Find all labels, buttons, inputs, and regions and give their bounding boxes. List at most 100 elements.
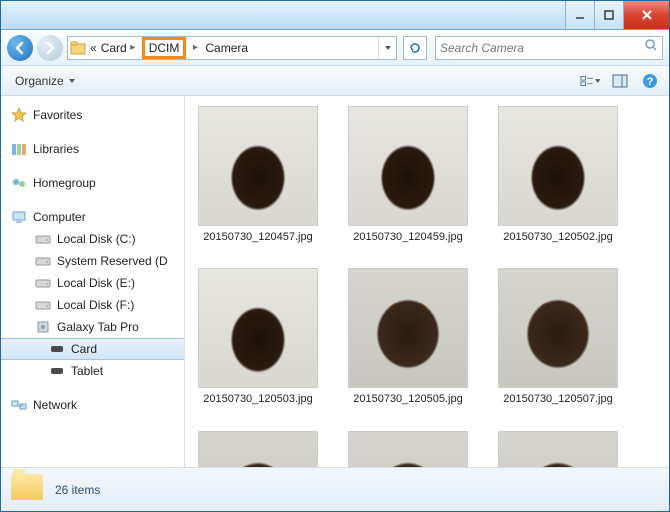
computer-icon: [11, 209, 27, 225]
sidebar-label: Local Disk (E:): [57, 276, 135, 290]
image-thumbnail: [198, 431, 318, 467]
folder-icon: [11, 474, 43, 506]
preview-pane-button[interactable]: [609, 70, 631, 92]
breadcrumb-label: DCIM: [149, 41, 180, 55]
sidebar-drive-item[interactable]: Galaxy Tab Pro: [1, 316, 184, 338]
libraries-icon: [11, 141, 27, 157]
drive-icon: [35, 253, 51, 269]
sidebar-drive-item[interactable]: System Reserved (D: [1, 250, 184, 272]
file-name: 20150730_120503.jpg: [203, 392, 313, 406]
sidebar-label: Favorites: [33, 108, 82, 122]
image-thumbnail: [498, 106, 618, 226]
image-thumbnail: [498, 268, 618, 388]
search-box[interactable]: [435, 36, 663, 60]
sidebar-label: Galaxy Tab Pro: [57, 320, 139, 334]
sidebar-favorites[interactable]: Favorites: [1, 104, 184, 126]
sidebar-storage-item[interactable]: Card: [1, 338, 184, 360]
chevron-down-icon: [595, 78, 600, 84]
status-bar: 26 items: [1, 467, 669, 511]
sidebar-label: Libraries: [33, 142, 79, 156]
search-icon: [644, 38, 658, 57]
storage-icon: [49, 341, 65, 357]
image-thumbnail: [348, 106, 468, 226]
image-thumbnail: [348, 268, 468, 388]
svg-text:?: ?: [647, 76, 654, 88]
maximize-button[interactable]: [594, 1, 623, 29]
file-name: 20150730_120457.jpg: [203, 230, 313, 244]
chevron-right-icon: ▸: [189, 42, 201, 53]
breadcrumb-label: Camera: [205, 41, 248, 55]
storage-icon: [49, 363, 65, 379]
breadcrumb-label: Card: [101, 41, 127, 55]
file-thumbnail[interactable]: 20150730_120503.jpg: [193, 268, 323, 406]
chevron-right-icon: ▸: [127, 42, 139, 53]
organize-label: Organize: [15, 74, 64, 88]
sidebar-label: Computer: [33, 210, 86, 224]
image-thumbnail: [348, 431, 468, 467]
address-dropdown[interactable]: [378, 37, 396, 59]
star-icon: [11, 107, 27, 123]
drive-icon: [35, 231, 51, 247]
breadcrumb-camera[interactable]: Camera: [203, 37, 250, 59]
sidebar-label: Homegroup: [33, 176, 96, 190]
minimize-button[interactable]: [565, 1, 594, 29]
navigation-pane[interactable]: Favorites Libraries Homegroup Computer: [1, 96, 185, 467]
file-thumbnail[interactable]: 20150730_120459.jpg: [343, 106, 473, 244]
file-thumbnail[interactable]: 20150730_120507.jpg: [493, 268, 623, 406]
homegroup-icon: [11, 175, 27, 191]
file-thumbnail[interactable]: 20150730_120457.jpg: [193, 106, 323, 244]
sidebar-drive-item[interactable]: Local Disk (F:): [1, 294, 184, 316]
sidebar-homegroup[interactable]: Homegroup: [1, 172, 184, 194]
file-name: 20150730_120502.jpg: [503, 230, 613, 244]
view-options-button[interactable]: [579, 70, 601, 92]
sidebar-label: System Reserved (D: [57, 254, 168, 268]
file-thumbnail[interactable]: 20150730_120502.jpg: [493, 106, 623, 244]
close-button[interactable]: [623, 1, 669, 29]
file-name: 20150730_120505.jpg: [353, 392, 463, 406]
sidebar-label: Card: [71, 342, 97, 356]
drive-icon: [35, 297, 51, 313]
file-thumbnail[interactable]: [343, 431, 473, 467]
drive-icon: [35, 319, 51, 335]
sidebar-label: Network: [33, 398, 77, 412]
status-text: 26 items: [55, 483, 100, 497]
forward-button[interactable]: [37, 35, 63, 61]
file-thumbnail[interactable]: 20150730_120505.jpg: [343, 268, 473, 406]
image-thumbnail: [198, 268, 318, 388]
image-thumbnail: [498, 431, 618, 467]
sidebar-network[interactable]: Network: [1, 394, 184, 416]
sidebar-libraries[interactable]: Libraries: [1, 138, 184, 160]
overflow-chevrons: «: [90, 41, 97, 55]
file-thumbnail[interactable]: [193, 431, 323, 467]
refresh-button[interactable]: [403, 36, 427, 60]
sidebar-drive-item[interactable]: Local Disk (E:): [1, 272, 184, 294]
back-button[interactable]: [7, 35, 33, 61]
breadcrumb-dcim[interactable]: DCIM: [142, 37, 187, 59]
toolbar: Organize ?: [1, 66, 669, 96]
chevron-down-icon: [68, 77, 76, 85]
file-list[interactable]: 20150730_120457.jpg 20150730_120459.jpg 20…: [185, 96, 669, 467]
help-button[interactable]: ?: [639, 70, 661, 92]
file-name: 20150730_120459.jpg: [353, 230, 463, 244]
network-icon: [11, 397, 27, 413]
breadcrumb-sep: ▸: [187, 37, 203, 59]
breadcrumb-card[interactable]: Card ▸: [99, 37, 141, 59]
sidebar-label: Local Disk (F:): [57, 298, 134, 312]
sidebar-storage-item[interactable]: Tablet: [1, 360, 184, 382]
navbar: « Card ▸ DCIM ▸ Camera: [1, 30, 669, 66]
body: Favorites Libraries Homegroup Computer: [1, 96, 669, 467]
breadcrumb-overflow[interactable]: «: [88, 37, 99, 59]
sidebar-drive-item[interactable]: Local Disk (C:): [1, 228, 184, 250]
file-thumbnail[interactable]: [493, 431, 623, 467]
address-bar[interactable]: « Card ▸ DCIM ▸ Camera: [67, 36, 397, 60]
sidebar-label: Tablet: [71, 364, 103, 378]
organize-button[interactable]: Organize: [9, 72, 82, 90]
sidebar-computer[interactable]: Computer: [1, 206, 184, 228]
folder-icon: [68, 38, 88, 58]
image-thumbnail: [198, 106, 318, 226]
search-input[interactable]: [440, 41, 644, 55]
drive-icon: [35, 275, 51, 291]
sidebar-label: Local Disk (C:): [57, 232, 136, 246]
file-name: 20150730_120507.jpg: [503, 392, 613, 406]
explorer-window: « Card ▸ DCIM ▸ Camera: [0, 0, 670, 512]
